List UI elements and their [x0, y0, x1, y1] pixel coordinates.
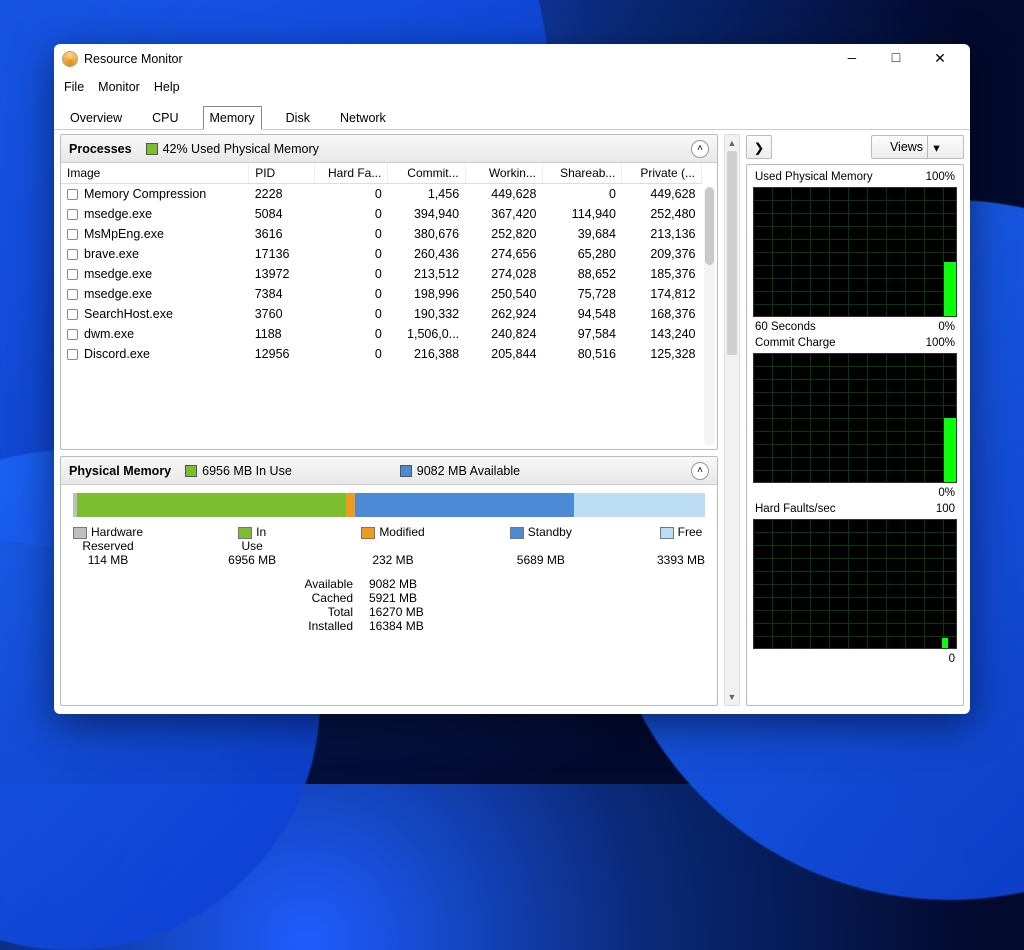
table-row[interactable]: Memory Compression 2228 0 1,456 449,628 … — [61, 184, 702, 205]
col-private[interactable]: Private (... — [622, 163, 702, 184]
processes-header[interactable]: Processes 42% Used Physical Memory ˄ — [61, 135, 717, 163]
row-checkbox[interactable] — [67, 209, 78, 220]
menu-monitor[interactable]: Monitor — [98, 80, 140, 94]
mem-seg-free — [574, 493, 705, 517]
table-header-row[interactable]: Image PID Hard Fa... Commit... Workin...… — [61, 163, 702, 184]
tab-network[interactable]: Network — [334, 107, 392, 129]
tab-cpu[interactable]: CPU — [146, 107, 184, 129]
row-checkbox[interactable] — [67, 189, 78, 200]
row-checkbox[interactable] — [67, 309, 78, 320]
row-checkbox[interactable] — [67, 349, 78, 360]
table-row[interactable]: msedge.exe 7384 0 198,996 250,540 75,728… — [61, 284, 702, 304]
left-pane-scrollbar[interactable]: ▲ ▼ — [724, 134, 740, 706]
graph-commit — [753, 353, 957, 483]
mem-seg-standby — [355, 493, 574, 517]
square-icon — [146, 143, 158, 155]
square-icon — [400, 465, 412, 477]
graph-commit-title: Commit Charge — [755, 337, 836, 349]
graphs-panel: Used Physical Memory100% 60 Seconds0% Co… — [746, 164, 964, 706]
col-shareable[interactable]: Shareab... — [542, 163, 622, 184]
memory-bar-chart — [73, 493, 705, 517]
legend-hardware: Hardware Reserved 114 MB — [73, 525, 143, 567]
row-checkbox[interactable] — [67, 229, 78, 240]
square-icon — [510, 527, 524, 539]
processes-badge: 42% Used Physical Memory — [146, 142, 319, 156]
mem-seg-inuse — [77, 493, 345, 517]
row-checkbox[interactable] — [67, 249, 78, 260]
collapse-icon[interactable]: ˄ — [691, 140, 709, 158]
app-icon — [62, 51, 78, 67]
table-row[interactable]: SearchHost.exe 3760 0 190,332 262,924 94… — [61, 304, 702, 324]
maximize-button[interactable]: □ — [874, 45, 918, 73]
col-hardfaults[interactable]: Hard Fa... — [315, 163, 388, 184]
processes-panel: Processes 42% Used Physical Memory ˄ Ima… — [60, 134, 718, 450]
processes-scrollbar[interactable] — [704, 187, 715, 446]
col-working[interactable]: Workin... — [465, 163, 542, 184]
in-use-chip: 6956 MB In Use — [185, 464, 292, 478]
physical-memory-panel: Physical Memory 6956 MB In Use 9082 MB A… — [60, 456, 718, 706]
available-chip: 9082 MB Available — [400, 464, 520, 478]
table-row[interactable]: MsMpEng.exe 3616 0 380,676 252,820 39,68… — [61, 224, 702, 244]
memory-stats: Available9082 MB Cached5921 MB Total1627… — [293, 577, 705, 633]
collapse-icon[interactable]: ˄ — [691, 462, 709, 480]
physmem-title: Physical Memory — [69, 464, 171, 478]
legend-free: Free 3393 MB — [657, 525, 705, 567]
col-pid[interactable]: PID — [249, 163, 315, 184]
table-row[interactable]: msedge.exe 13972 0 213,512 274,028 88,65… — [61, 264, 702, 284]
square-icon — [238, 527, 252, 539]
square-icon — [73, 527, 87, 539]
graph-hard-title: Hard Faults/sec — [755, 503, 836, 515]
menu-file[interactable]: File — [64, 80, 84, 94]
tab-memory[interactable]: Memory — [203, 106, 262, 130]
tab-disk[interactable]: Disk — [280, 107, 316, 129]
views-dropdown[interactable]: Views ▾ — [871, 135, 964, 159]
menu-help[interactable]: Help — [154, 80, 180, 94]
mem-seg-modified — [346, 493, 355, 517]
table-row[interactable]: dwm.exe 1188 0 1,506,0... 240,824 97,584… — [61, 324, 702, 344]
physmem-header[interactable]: Physical Memory 6956 MB In Use 9082 MB A… — [61, 457, 717, 485]
legend-inuse: In Use 6956 MB — [228, 525, 276, 567]
square-icon — [660, 527, 674, 539]
table-row[interactable]: Discord.exe 12956 0 216,388 205,844 80,5… — [61, 344, 702, 364]
graph-hard — [753, 519, 957, 649]
row-checkbox[interactable] — [67, 269, 78, 280]
row-checkbox[interactable] — [67, 289, 78, 300]
legend-modified: Modified 232 MB — [361, 525, 424, 567]
legend-standby: Standby 5689 MB — [510, 525, 572, 567]
close-button[interactable]: ✕ — [918, 45, 962, 73]
scrollbar-thumb[interactable] — [727, 151, 737, 355]
table-row[interactable]: msedge.exe 5084 0 394,940 367,420 114,94… — [61, 204, 702, 224]
square-icon — [361, 527, 375, 539]
expand-right-button[interactable]: ❯ — [746, 135, 772, 159]
resource-monitor-window: Resource Monitor — □ ✕ File Monitor Help… — [54, 44, 970, 714]
titlebar[interactable]: Resource Monitor — □ ✕ — [54, 44, 970, 74]
row-checkbox[interactable] — [67, 329, 78, 340]
scroll-down-icon[interactable]: ▼ — [725, 689, 739, 705]
tabbar: Overview CPU Memory Disk Network — [54, 100, 970, 130]
scroll-up-icon[interactable]: ▲ — [725, 135, 739, 151]
square-icon — [185, 465, 197, 477]
processes-title: Processes — [69, 142, 132, 156]
window-title: Resource Monitor — [84, 52, 183, 66]
minimize-button[interactable]: — — [830, 45, 874, 73]
processes-table: Image PID Hard Fa... Commit... Workin...… — [61, 163, 702, 364]
chevron-down-icon[interactable]: ▾ — [927, 136, 945, 158]
graph-used-title: Used Physical Memory — [755, 171, 873, 183]
table-row[interactable]: brave.exe 17136 0 260,436 274,656 65,280… — [61, 244, 702, 264]
graph-used — [753, 187, 957, 317]
menubar: File Monitor Help — [54, 74, 970, 100]
col-commit[interactable]: Commit... — [388, 163, 465, 184]
tab-overview[interactable]: Overview — [64, 107, 128, 129]
